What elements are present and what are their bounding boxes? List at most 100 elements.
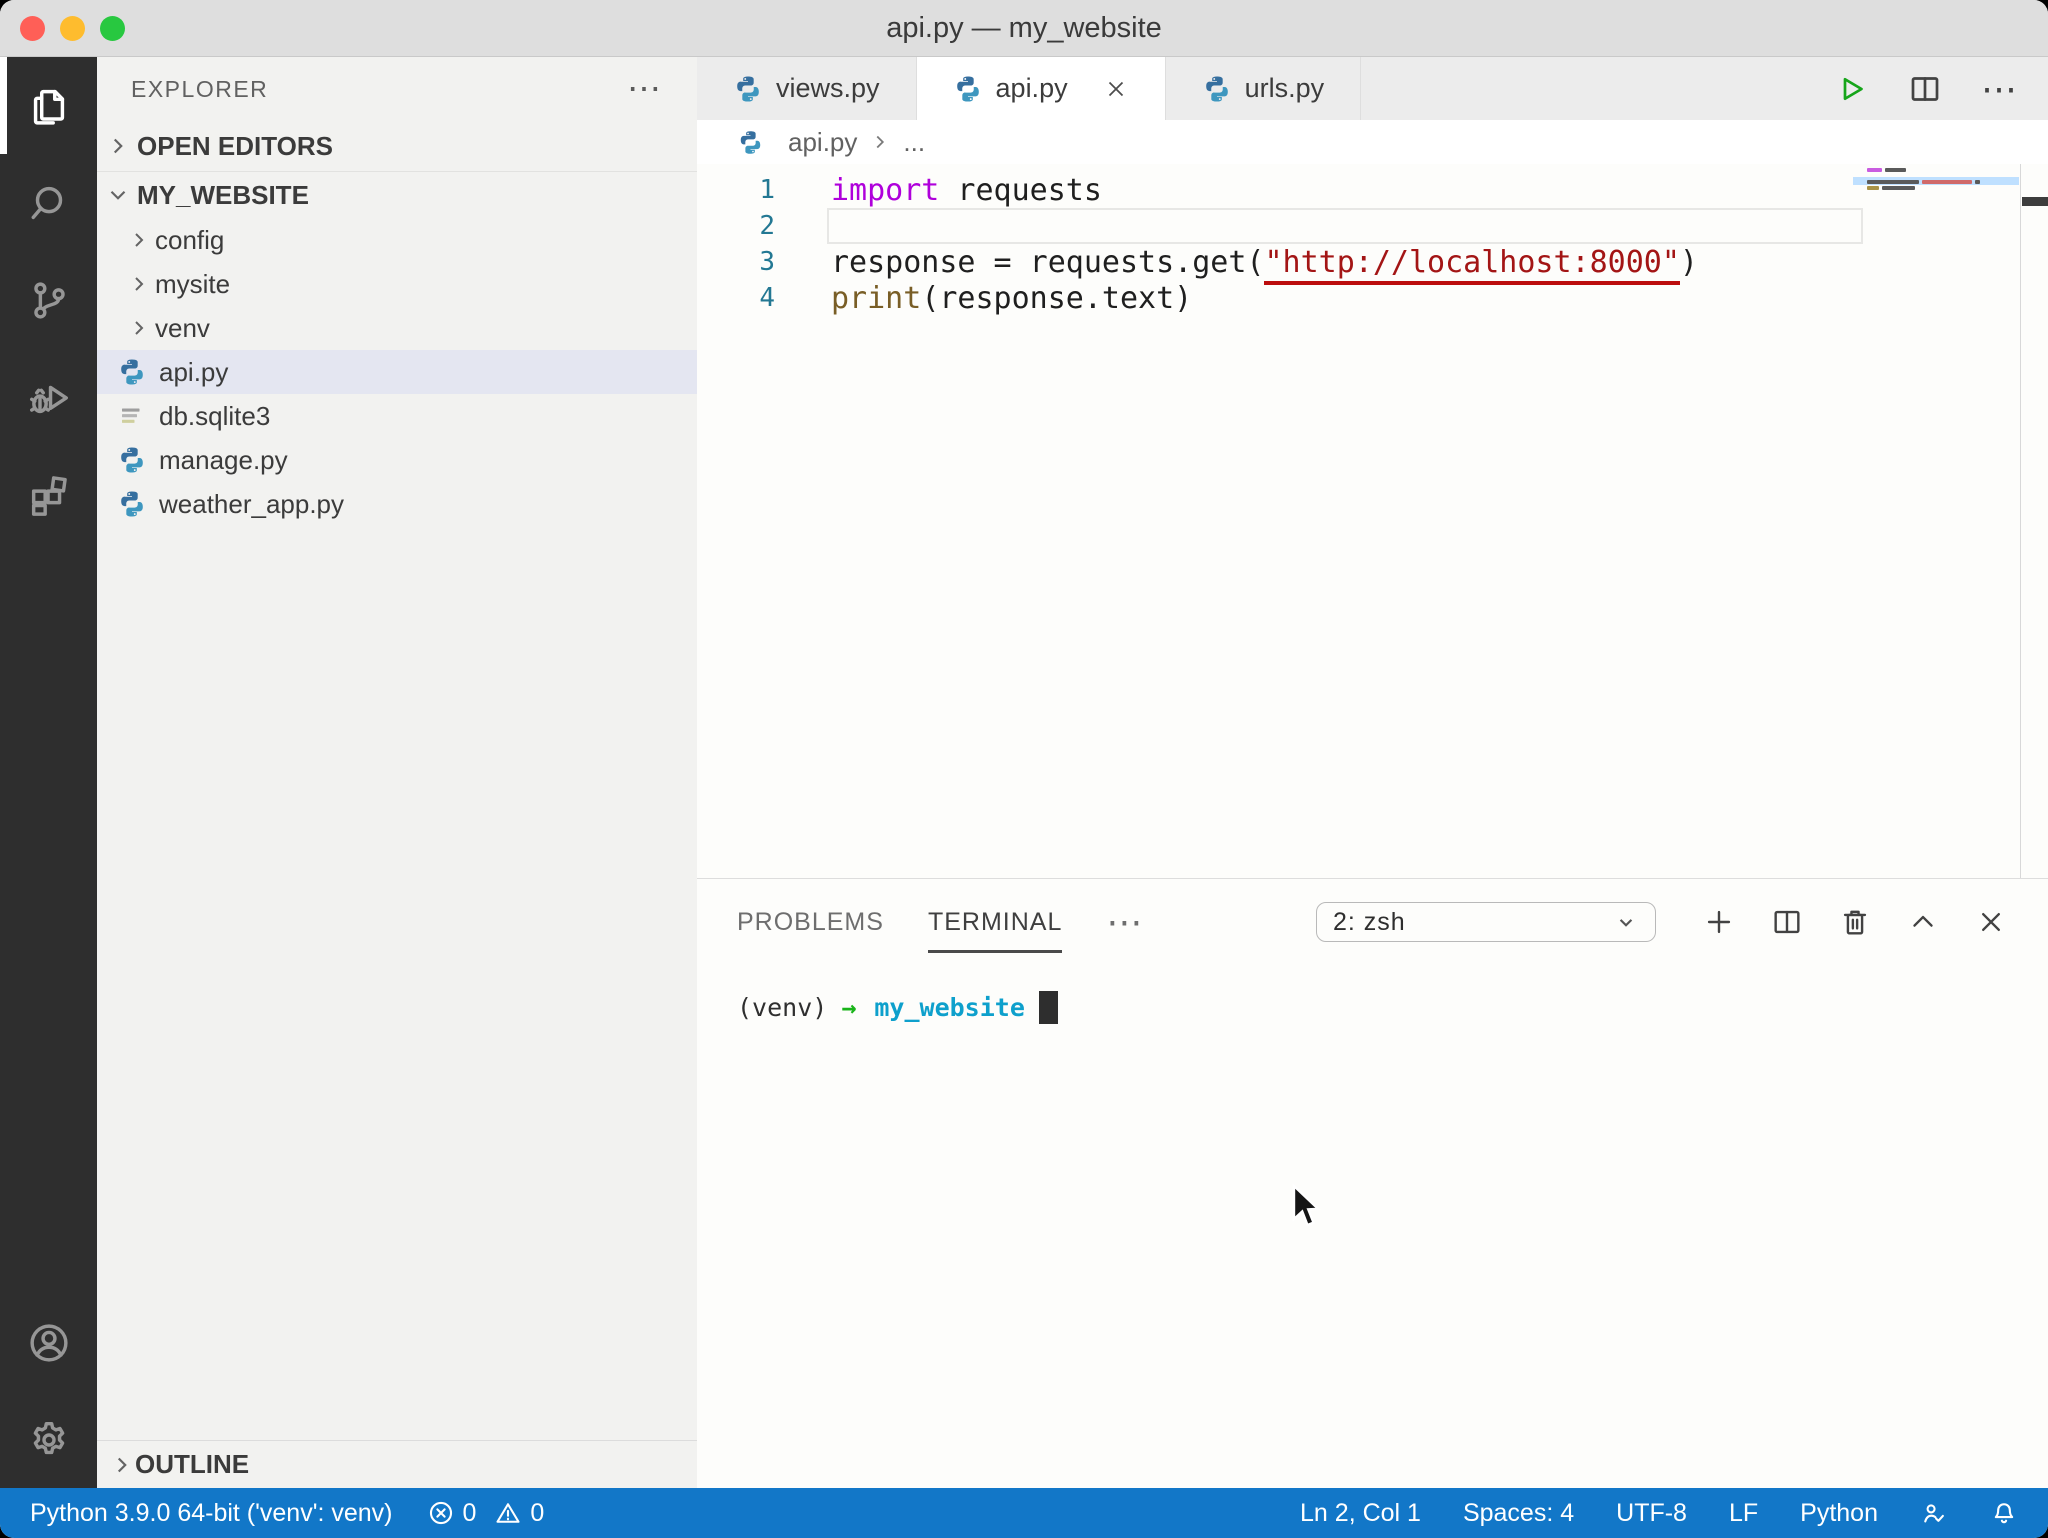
code-line-2-current[interactable]: 2 bbox=[697, 208, 1863, 244]
overview-ruler[interactable] bbox=[2020, 164, 2048, 878]
maximize-panel-icon[interactable] bbox=[1906, 905, 1940, 939]
feedback-person-icon[interactable] bbox=[1920, 1499, 1948, 1527]
explorer-sidebar: EXPLORER ⋯ OPEN EDITORS MY_WEBSITE confi… bbox=[97, 57, 697, 1488]
close-window-button[interactable] bbox=[20, 16, 45, 41]
close-panel-icon[interactable] bbox=[1974, 905, 2008, 939]
tab-label: views.py bbox=[776, 73, 880, 103]
account-button[interactable] bbox=[0, 1294, 97, 1391]
warning-count: 0 bbox=[530, 1498, 545, 1527]
sidebar-title: EXPLORER bbox=[131, 75, 269, 102]
eol-item[interactable]: LF bbox=[1729, 1499, 1758, 1528]
warning-icon bbox=[496, 1503, 520, 1523]
python-file-icon bbox=[953, 74, 983, 104]
tab-urls-py[interactable]: urls.py bbox=[1165, 57, 1362, 120]
tree-item-weather-app-py[interactable]: weather_app.py bbox=[97, 482, 697, 526]
terminal-prompt-arrow: → bbox=[841, 993, 857, 1022]
chevron-right-icon bbox=[113, 138, 123, 154]
run-file-icon[interactable] bbox=[1833, 71, 1869, 107]
overview-cursor-marker bbox=[2022, 197, 2048, 206]
run-debug-activity-button[interactable] bbox=[0, 348, 97, 445]
zoom-window-button[interactable] bbox=[100, 16, 125, 41]
line-number: 2 bbox=[759, 211, 775, 241]
code-line-3[interactable]: 3 response = requests.get("http://localh… bbox=[697, 244, 1863, 285]
minimap[interactable] bbox=[1853, 168, 2019, 192]
tree-item-config[interactable]: config bbox=[97, 218, 697, 262]
minimize-window-button[interactable] bbox=[60, 16, 85, 41]
python-file-icon bbox=[117, 489, 147, 519]
close-tab-icon[interactable] bbox=[1103, 76, 1129, 102]
outline-section[interactable]: OUTLINE bbox=[97, 1440, 697, 1488]
new-terminal-icon[interactable] bbox=[1702, 905, 1736, 939]
code-editor[interactable]: 1 import requests 2 3 response = request… bbox=[697, 164, 2048, 878]
chevron-down-icon bbox=[110, 190, 126, 200]
tree-item-db-sqlite3[interactable]: db.sqlite3 bbox=[97, 394, 697, 438]
python-file-icon bbox=[733, 74, 763, 104]
workspace-root-item[interactable]: MY_WEBSITE bbox=[97, 172, 697, 218]
tree-item-mysite[interactable]: mysite bbox=[97, 262, 697, 306]
python-file-icon bbox=[117, 445, 147, 475]
python-file-icon bbox=[737, 129, 764, 156]
extensions-icon bbox=[31, 475, 67, 516]
bell-icon[interactable] bbox=[1990, 1499, 2018, 1527]
chevron-right-icon bbox=[135, 233, 144, 247]
error-count: 0 bbox=[462, 1498, 477, 1527]
code-token-string-url: "http://localhost:8000" bbox=[1264, 244, 1680, 285]
tree-item-label: venv bbox=[155, 312, 210, 343]
tab-views-py[interactable]: views.py bbox=[697, 57, 917, 120]
tree-item-api-py[interactable]: api.py bbox=[97, 350, 697, 394]
panel-header: PROBLEMS TERMINAL ⋯ 2: zsh bbox=[697, 879, 2048, 965]
editor-more-actions-icon[interactable]: ⋯ bbox=[1981, 68, 2020, 110]
code-line-1[interactable]: 1 import requests bbox=[697, 172, 1863, 208]
split-editor-icon[interactable] bbox=[1907, 71, 1943, 107]
open-editors-section[interactable]: OPEN EDITORS bbox=[97, 121, 697, 171]
error-icon bbox=[429, 1501, 452, 1525]
database-file-icon bbox=[117, 401, 147, 431]
tab-label: urls.py bbox=[1244, 73, 1325, 103]
chevron-right-icon bbox=[876, 135, 885, 149]
language-mode-item[interactable]: Python bbox=[1800, 1499, 1878, 1528]
kill-terminal-icon[interactable] bbox=[1838, 905, 1872, 939]
search-activity-button[interactable] bbox=[0, 154, 97, 251]
code-token: ) bbox=[1679, 244, 1698, 280]
code-token: response = requests.get( bbox=[831, 244, 1265, 280]
chevron-right-icon bbox=[117, 1457, 127, 1472]
tab-problems[interactable]: PROBLEMS bbox=[737, 908, 884, 937]
editor-tab-bar: views.py api.py urls.py ⋯ bbox=[697, 57, 2048, 120]
terminal-prompt-line: (venv) → my_website bbox=[737, 991, 2048, 1024]
bottom-panel: PROBLEMS TERMINAL ⋯ 2: zsh (venv) → my_w… bbox=[697, 878, 2048, 1488]
python-file-icon bbox=[1202, 74, 1232, 104]
code-line-4[interactable]: 4 print(response.text) bbox=[697, 280, 1863, 316]
breadcrumb-symbol[interactable]: ... bbox=[903, 127, 925, 158]
problems-summary-item[interactable]: 0 0 bbox=[427, 1498, 545, 1528]
breadcrumb[interactable]: api.py ... bbox=[697, 120, 2048, 164]
chevron-down-icon bbox=[1619, 919, 1633, 927]
terminal-actions: 2: zsh bbox=[1316, 902, 2008, 942]
encoding-item[interactable]: UTF-8 bbox=[1616, 1499, 1687, 1528]
status-bar: Python 3.9.0 64-bit ('venv': venv) 0 0 L… bbox=[0, 1488, 2048, 1538]
terminal-cursor bbox=[1038, 991, 1058, 1024]
settings-button[interactable] bbox=[0, 1391, 97, 1488]
terminal-output[interactable]: (venv) → my_website bbox=[697, 965, 2048, 1024]
line-number: 4 bbox=[759, 283, 775, 313]
editor-actions: ⋯ bbox=[1833, 57, 2048, 120]
code-token-keyword: import bbox=[831, 172, 940, 208]
tree-item-venv[interactable]: venv bbox=[97, 306, 697, 350]
tab-terminal[interactable]: TERMINAL bbox=[927, 908, 1063, 953]
terminal-instance-select[interactable]: 2: zsh bbox=[1316, 902, 1656, 942]
python-interpreter-item[interactable]: Python 3.9.0 64-bit ('venv': venv) bbox=[30, 1499, 393, 1528]
source-control-activity-button[interactable] bbox=[0, 251, 97, 348]
cursor-position-item[interactable]: Ln 2, Col 1 bbox=[1300, 1499, 1421, 1528]
extensions-activity-button[interactable] bbox=[0, 445, 97, 542]
tab-api-py[interactable]: api.py bbox=[916, 57, 1166, 120]
line-number: 1 bbox=[759, 175, 775, 205]
split-terminal-icon[interactable] bbox=[1770, 905, 1804, 939]
explorer-more-actions-icon[interactable]: ⋯ bbox=[627, 72, 663, 106]
breadcrumb-file[interactable]: api.py bbox=[788, 127, 857, 158]
tree-item-manage-py[interactable]: manage.py bbox=[97, 438, 697, 482]
account-icon bbox=[29, 1323, 68, 1362]
traffic-lights bbox=[20, 16, 125, 41]
explorer-activity-button[interactable] bbox=[0, 57, 97, 154]
panel-more-actions-icon[interactable]: ⋯ bbox=[1106, 901, 1145, 943]
chevron-right-icon bbox=[135, 277, 144, 291]
indentation-item[interactable]: Spaces: 4 bbox=[1463, 1499, 1574, 1528]
